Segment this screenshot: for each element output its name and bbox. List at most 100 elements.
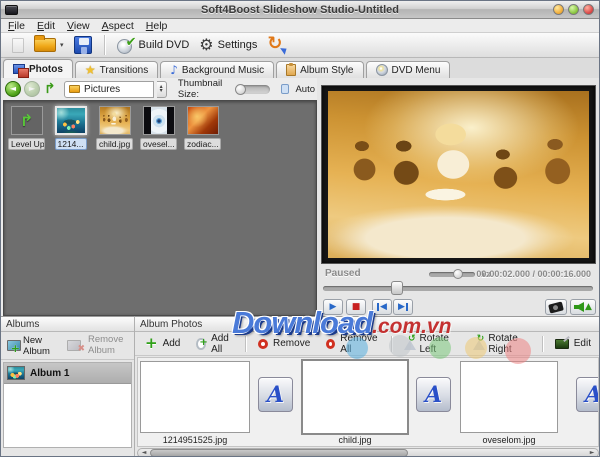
seek-slider[interactable] (323, 286, 593, 291)
seek-thumb[interactable] (391, 281, 403, 295)
next-button[interactable]: ▶ (393, 299, 413, 315)
album-thumbnail (7, 366, 25, 380)
play-button[interactable]: ▶ (323, 299, 343, 315)
browser-item-oveselom[interactable]: ovesel... (140, 106, 177, 155)
tab-photos[interactable]: Photos (3, 59, 73, 78)
save-floppy-icon (74, 36, 92, 54)
remove-album-label: Remove Album (88, 335, 128, 356)
remove-button[interactable]: Remove (254, 336, 314, 351)
strip-photo-child[interactable] (301, 359, 409, 435)
menu-file[interactable]: File (8, 20, 25, 32)
open-dropdown-caret-icon[interactable]: ▾ (60, 42, 64, 49)
scroll-right-button[interactable]: ► (587, 449, 597, 457)
browser-item-1214[interactable]: 1214... (52, 106, 89, 155)
location-spinner[interactable]: ▴ ▾ (157, 81, 167, 98)
browser-nav-row: ◄ ► ↰ Pictures ▴ ▾ Thumbnail Size: Auto (3, 78, 317, 100)
thumbnail-size-knob[interactable] (235, 84, 246, 95)
maximize-button[interactable] (568, 4, 579, 15)
album-photos-panel: Album Photos + Add + Add All Remove Remo… (135, 316, 600, 457)
playback-status-row: Paused 1x 00:00:02.000 / 00:00:16.000 (323, 268, 593, 281)
browser-item-label: Level Up (8, 138, 45, 150)
about-button[interactable]: ↻ (262, 33, 294, 57)
build-dvd-button[interactable]: ✔ Build DVD (112, 33, 195, 57)
window-controls (553, 4, 594, 15)
volume-button[interactable]: ▲ (570, 299, 596, 315)
tab-album-style[interactable]: Album Style (276, 61, 363, 78)
scroll-left-button[interactable]: ◄ (139, 449, 149, 457)
remove-album-icon: ✖ (67, 340, 84, 352)
next-bar-icon (406, 303, 408, 311)
browser-item-level-up[interactable]: ↰ Level Up (8, 106, 45, 155)
forward-button[interactable]: ► (24, 80, 40, 98)
folder-icon (69, 85, 80, 93)
settings-button[interactable]: ⚙ Settings (194, 33, 262, 57)
speed-slider[interactable] (429, 272, 475, 277)
tab-transitions-label: Transitions (100, 65, 149, 76)
spinner-down-icon[interactable]: ▾ (160, 89, 163, 93)
add-all-button[interactable]: + Add All (192, 331, 237, 357)
transition-icon[interactable]: A (258, 377, 293, 412)
file-browser: ↰ Level Up 1214... child.jpg ovesel... z… (3, 100, 317, 316)
menu-view[interactable]: View (67, 20, 90, 32)
save-project-button[interactable] (69, 33, 97, 57)
auto-checkbox[interactable] (281, 84, 289, 94)
auto-label: Auto (295, 84, 315, 95)
open-project-button[interactable]: ▾ (29, 33, 69, 57)
zodiac-thumbnail (187, 106, 219, 135)
build-dvd-label: Build DVD (139, 39, 190, 51)
add-all-icon: + (196, 338, 206, 350)
tab-transitions[interactable]: ★ Transitions (75, 61, 158, 78)
open-folder-icon (34, 38, 56, 52)
toolbar-separator (542, 336, 543, 352)
thumbnail-size-slider[interactable] (236, 85, 270, 94)
tab-dvd-menu[interactable]: DVD Menu (366, 61, 451, 78)
rotate-left-arrow-icon: ↺ (408, 335, 416, 344)
menu-edit[interactable]: Edit (37, 20, 55, 32)
main-toolbar: ▾ ✔ Build DVD ⚙ Settings ↻ (1, 32, 599, 58)
circular-arrow-icon: ↻ (267, 33, 282, 54)
plus-icon: + (11, 343, 20, 354)
up-level-button[interactable]: ↰ (43, 80, 57, 98)
strip-photo-oveselom[interactable] (460, 361, 558, 433)
minimize-button[interactable] (553, 4, 564, 15)
new-album-label: New Album (23, 335, 57, 357)
back-button[interactable]: ◄ (5, 80, 21, 98)
remove-all-button[interactable]: Remove All (322, 331, 382, 357)
new-project-button[interactable] (7, 33, 29, 57)
speed-knob[interactable] (453, 269, 463, 279)
previous-button[interactable]: ◀ (372, 299, 392, 315)
scrollbar-thumb[interactable] (150, 449, 408, 457)
album-list-item[interactable]: Album 1 (4, 363, 131, 384)
add-button[interactable]: + Add (141, 334, 184, 353)
menu-help[interactable]: Help (146, 20, 168, 32)
rotate-right-button[interactable]: ↻ Rotate Right (468, 331, 534, 357)
edit-button[interactable]: Edit (551, 336, 595, 351)
rotate-left-label: Rotate Left (420, 333, 457, 355)
remove-album-button[interactable]: ✖ Remove Album (64, 333, 131, 358)
new-album-icon: + (7, 340, 19, 352)
rotate-left-button[interactable]: ↺ Rotate Left (399, 331, 460, 357)
strip-photo-1214951525[interactable] (140, 361, 250, 433)
edit-icon (555, 339, 569, 349)
play-icon: ▶ (330, 303, 337, 312)
close-button[interactable] (583, 4, 594, 15)
menu-aspect[interactable]: Aspect (102, 20, 134, 32)
location-dropdown[interactable]: Pictures (64, 81, 153, 98)
transition-icon[interactable]: A (576, 377, 599, 412)
toolbar-separator (104, 35, 105, 55)
stop-button[interactable]: ■ (346, 299, 366, 315)
filmstrip-scrollbar[interactable]: ◄ ► (137, 448, 599, 457)
disc-icon (376, 64, 388, 76)
transition-icon[interactable]: A (416, 377, 451, 412)
tab-album-style-label: Album Style (300, 65, 353, 76)
snapshot-button[interactable] (545, 299, 567, 315)
tab-background-music[interactable]: ♪ Background Music (160, 61, 274, 78)
add-all-label: Add All (211, 333, 233, 355)
tab-bar: Photos ★ Transitions ♪ Background Music … (1, 58, 599, 78)
browser-item-label: child.jpg (96, 138, 133, 150)
album-list: Album 1 (3, 362, 132, 448)
new-album-button[interactable]: + New Album (4, 333, 60, 359)
browser-item-child[interactable]: child.jpg (96, 106, 133, 155)
browser-item-zodiac[interactable]: zodiac... (184, 106, 221, 155)
preview-panel: Paused 1x 00:00:02.000 / 00:00:16.000 ▶ … (317, 78, 599, 316)
